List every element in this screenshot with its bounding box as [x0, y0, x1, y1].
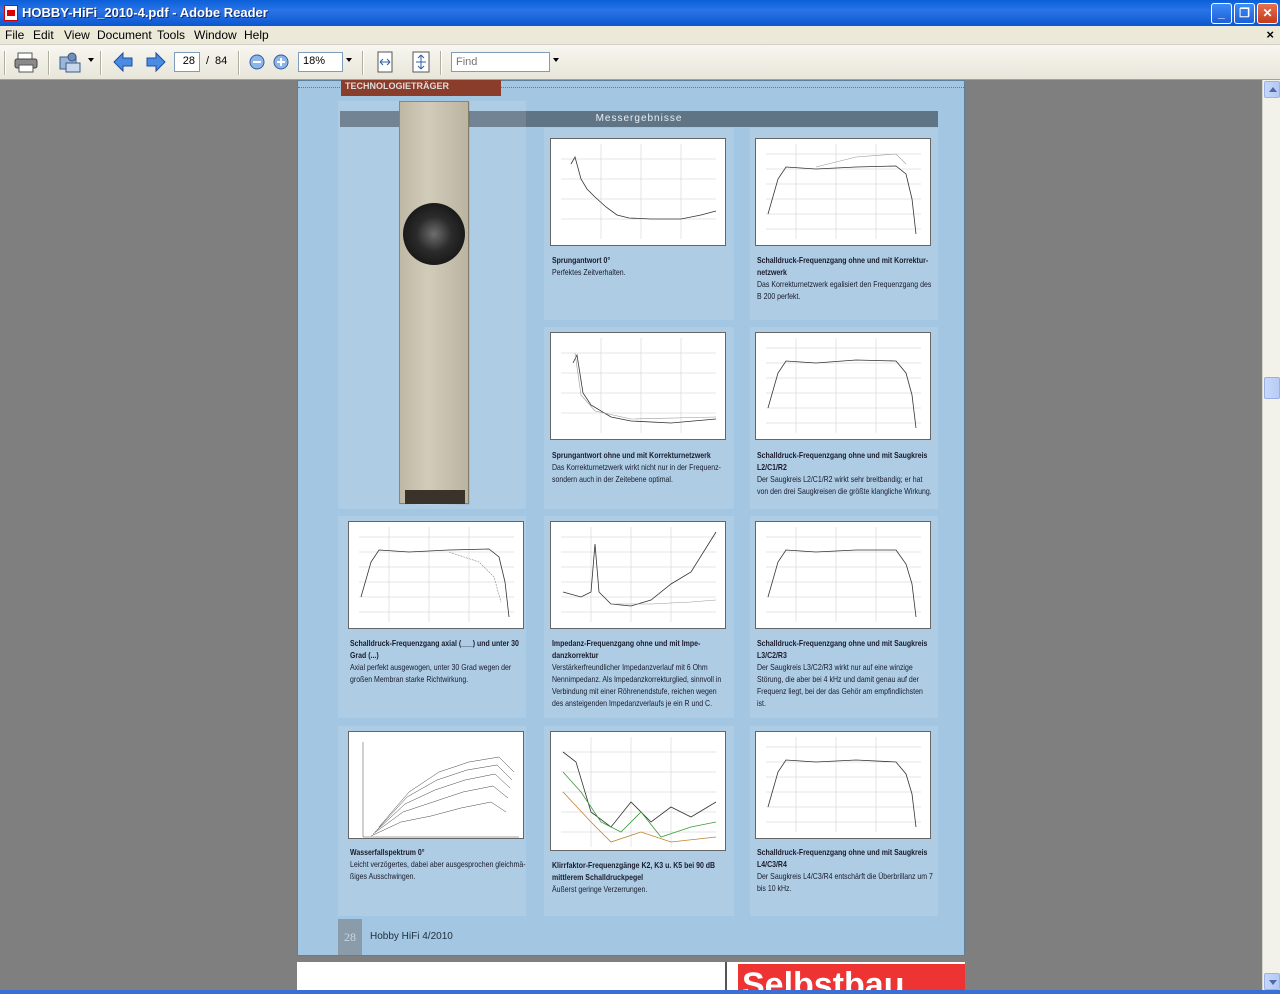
speaker-image [399, 101, 470, 505]
toolbar-separator [362, 51, 364, 75]
adobe-reader-icon [4, 5, 18, 21]
figure-cell: Schalldruck-Frequenzgang axial (___) und… [338, 516, 526, 718]
figure-cell: Klirrfaktor-Frequenzgänge K2, K3 u. K5 b… [544, 726, 734, 916]
document-view[interactable]: TECHNOLOGIETRÄGER Messergebnisse Sprunga… [0, 80, 1262, 994]
figure-caption: Schalldruck-Frequenzgang ohne und mit Sa… [757, 847, 933, 893]
find-dropdown-icon[interactable] [553, 58, 559, 62]
page-number-badge: 28 [338, 919, 362, 955]
bass-port [405, 490, 465, 504]
print-icon[interactable] [14, 51, 38, 73]
fit-page-icon[interactable] [410, 51, 432, 73]
zoom-input[interactable]: 18% [298, 52, 343, 72]
pdf-page: TECHNOLOGIETRÄGER Messergebnisse Sprunga… [297, 80, 966, 956]
figure-cell: Schalldruck-Frequenzgang ohne und mit Sa… [750, 726, 938, 916]
previous-page-icon[interactable] [112, 51, 136, 73]
figure-caption: Impedanz-Frequenzgang ohne und mit Impe-… [552, 638, 722, 708]
figure-caption: Klirrfaktor-Frequenzgänge K2, K3 u. K5 b… [552, 860, 716, 894]
figure-cell: Wasserfallspektrum 0° Leicht verzögertes,… [338, 726, 526, 916]
fit-width-icon[interactable] [374, 51, 396, 73]
figure-caption: Sprungantwort 0° Perfektes Zeitverhalten. [552, 255, 626, 277]
vertical-scrollbar[interactable] [1262, 80, 1280, 994]
zoom-out-icon[interactable] [248, 51, 266, 73]
menu-help[interactable]: Help [244, 28, 269, 42]
taskbar-edge [0, 990, 1280, 994]
menu-tools[interactable]: Tools [157, 28, 185, 42]
figure-cell: Sprungantwort 0° Perfektes Zeitverhalten. [544, 128, 734, 320]
waterfall-graph [348, 731, 524, 839]
figure-cell: Sprungantwort ohne und mit Korrekturnetz… [544, 327, 734, 509]
tech-header: TECHNOLOGIETRÄGER [341, 80, 501, 96]
frequency-response-graph [755, 332, 931, 440]
menu-view[interactable]: View [64, 28, 90, 42]
title-bar: HOBBY-HiFi_2010-4.pdf - Adobe Reader _ ❐… [0, 0, 1280, 26]
collaborate-dropdown-icon[interactable] [88, 58, 94, 62]
find-input[interactable] [451, 52, 550, 72]
toolbar: 28 / 84 18% [0, 45, 1280, 80]
driver-icon [403, 203, 465, 265]
figure-caption: Schalldruck-Frequenzgang ohne und mit Ko… [757, 255, 932, 301]
menu-window[interactable]: Window [194, 28, 237, 42]
figure-caption: Schalldruck-Frequenzgang axial (___) und… [350, 638, 519, 684]
figure-cell: Schalldruck-Frequenzgang ohne und mit Ko… [750, 128, 938, 320]
next-page-icon[interactable] [143, 51, 167, 73]
document-close-icon[interactable]: × [1266, 27, 1274, 42]
toolbar-separator [440, 51, 442, 75]
step-response-graph [550, 332, 726, 440]
toolbar-grip [4, 51, 6, 75]
scroll-thumb[interactable] [1264, 377, 1280, 399]
scroll-down-button[interactable] [1264, 973, 1280, 990]
page-separator: / [206, 55, 210, 67]
toolbar-separator [100, 51, 102, 75]
figure-caption: Sprungantwort ohne und mit Korrekturnetz… [552, 450, 721, 484]
figure-cell: Impedanz-Frequenzgang ohne und mit Impe-… [544, 516, 734, 718]
frequency-response-graph [348, 521, 524, 629]
distortion-graph [550, 731, 726, 851]
menu-document[interactable]: Document [97, 28, 152, 42]
figure-caption: Schalldruck-Frequenzgang ohne und mit Sa… [757, 450, 932, 496]
figure-caption: Schalldruck-Frequenzgang ohne und mit Sa… [757, 638, 928, 708]
toolbar-separator [48, 51, 50, 75]
zoom-dropdown-icon[interactable] [346, 58, 352, 62]
frequency-response-graph [755, 521, 931, 629]
menu-file[interactable]: File [5, 28, 24, 42]
figure-cell: Schalldruck-Frequenzgang ohne und mit Sa… [750, 327, 938, 509]
impedance-graph [550, 521, 726, 629]
restore-button[interactable]: ❐ [1234, 3, 1255, 24]
figure-caption: Wasserfallspektrum 0° Leicht verzögertes,… [350, 847, 526, 881]
step-response-graph [550, 138, 726, 246]
page-footer: Hobby HiFi 4/2010 [370, 931, 453, 942]
minimize-button[interactable]: _ [1211, 3, 1232, 24]
menu-bar: File Edit View Document Tools Window Hel… [0, 26, 1280, 45]
page-total: 84 [215, 55, 228, 67]
window-title: HOBBY-HiFi_2010-4.pdf - Adobe Reader [22, 5, 268, 20]
menu-edit[interactable]: Edit [33, 28, 54, 42]
frequency-response-graph [755, 138, 931, 246]
toolbar-separator [238, 51, 240, 75]
page-number-input[interactable]: 28 [174, 52, 200, 72]
collaborate-icon[interactable] [58, 51, 84, 73]
figure-cell: Schalldruck-Frequenzgang ohne und mit Sa… [750, 516, 938, 718]
scroll-up-button[interactable] [1264, 81, 1280, 98]
zoom-in-icon[interactable] [272, 51, 290, 73]
frequency-response-graph [755, 731, 931, 839]
close-button[interactable]: ✕ [1257, 3, 1278, 24]
